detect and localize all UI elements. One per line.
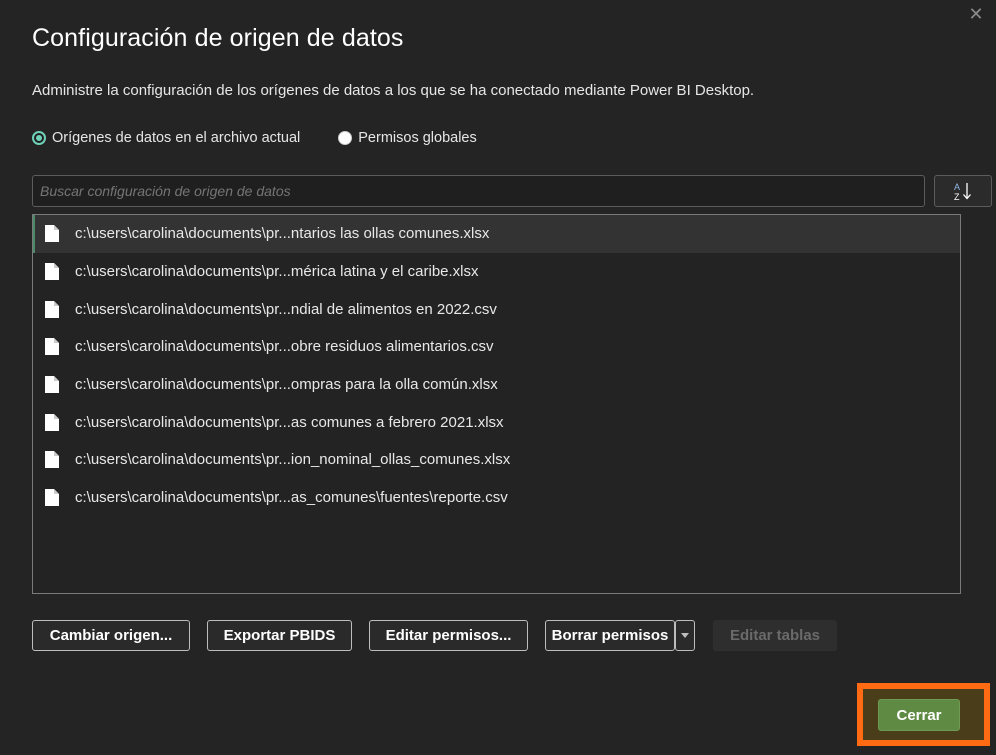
- close-icon[interactable]: ✕: [966, 4, 986, 24]
- chevron-down-icon: [681, 633, 689, 638]
- file-icon: [45, 376, 59, 394]
- file-icon: [45, 413, 59, 431]
- file-icon: [45, 225, 59, 243]
- list-item[interactable]: c:\users\carolina\documents\pr...ion_nom…: [33, 441, 960, 479]
- edit-permissions-button[interactable]: Editar permisos...: [369, 620, 528, 651]
- list-item-label: c:\users\carolina\documents\pr...mérica …: [75, 263, 479, 281]
- radio-checked-icon[interactable]: [32, 131, 46, 145]
- list-item[interactable]: c:\users\carolina\documents\pr...ndial d…: [33, 290, 960, 328]
- edit-tables-button[interactable]: Editar tablas: [713, 620, 837, 651]
- list-item[interactable]: c:\users\carolina\documents\pr...mérica …: [33, 253, 960, 291]
- list-item-label: c:\users\carolina\documents\pr...ntarios…: [75, 225, 490, 243]
- data-source-list[interactable]: c:\users\carolina\documents\pr...ntarios…: [32, 214, 961, 594]
- radio-global-permissions-label: Permisos globales: [358, 130, 477, 146]
- svg-text:A: A: [954, 182, 960, 192]
- export-pbids-button[interactable]: Exportar PBIDS: [207, 620, 352, 651]
- list-item[interactable]: c:\users\carolina\documents\pr...as comu…: [33, 403, 960, 441]
- data-source-settings-dialog: ✕ Configuración de origen de datos Admin…: [0, 0, 996, 755]
- scope-radio-group: Orígenes de datos en el archivo actual P…: [32, 130, 515, 146]
- list-item[interactable]: c:\users\carolina\documents\pr...as_comu…: [33, 479, 960, 517]
- list-item-label: c:\users\carolina\documents\pr...as_comu…: [75, 489, 508, 507]
- radio-global-permissions[interactable]: Permisos globales: [338, 130, 477, 146]
- search-input[interactable]: [32, 175, 925, 207]
- file-icon: [45, 451, 59, 469]
- list-item[interactable]: c:\users\carolina\documents\pr...ompras …: [33, 366, 960, 404]
- list-item[interactable]: c:\users\carolina\documents\pr...ntarios…: [33, 215, 960, 253]
- close-button[interactable]: Cerrar: [878, 699, 960, 731]
- sort-az-icon: A Z: [954, 182, 971, 202]
- list-item-label: c:\users\carolina\documents\pr...ompras …: [75, 376, 498, 394]
- list-item-label: c:\users\carolina\documents\pr...ion_nom…: [75, 451, 511, 469]
- file-icon: [45, 338, 59, 356]
- sort-button[interactable]: A Z: [934, 175, 992, 207]
- change-source-button[interactable]: Cambiar origen...: [32, 620, 190, 651]
- file-icon: [45, 489, 59, 507]
- file-icon: [45, 300, 59, 318]
- list-item-label: c:\users\carolina\documents\pr...ndial d…: [75, 300, 497, 318]
- list-item-label: c:\users\carolina\documents\pr...as comu…: [75, 413, 504, 431]
- radio-current-file[interactable]: Orígenes de datos en el archivo actual: [32, 130, 300, 146]
- dialog-description: Administre la configuración de los oríge…: [32, 82, 755, 99]
- file-icon: [45, 263, 59, 281]
- clear-permissions-button[interactable]: Borrar permisos: [545, 620, 675, 651]
- list-item-label: c:\users\carolina\documents\pr...obre re…: [75, 338, 494, 356]
- radio-current-file-label: Orígenes de datos en el archivo actual: [52, 130, 301, 146]
- radio-unchecked-icon[interactable]: [338, 131, 353, 145]
- svg-text:Z: Z: [954, 192, 960, 202]
- list-item[interactable]: c:\users\carolina\documents\pr...obre re…: [33, 328, 960, 366]
- dialog-title: Configuración de origen de datos: [32, 24, 404, 52]
- clear-permissions-dropdown[interactable]: [675, 620, 695, 651]
